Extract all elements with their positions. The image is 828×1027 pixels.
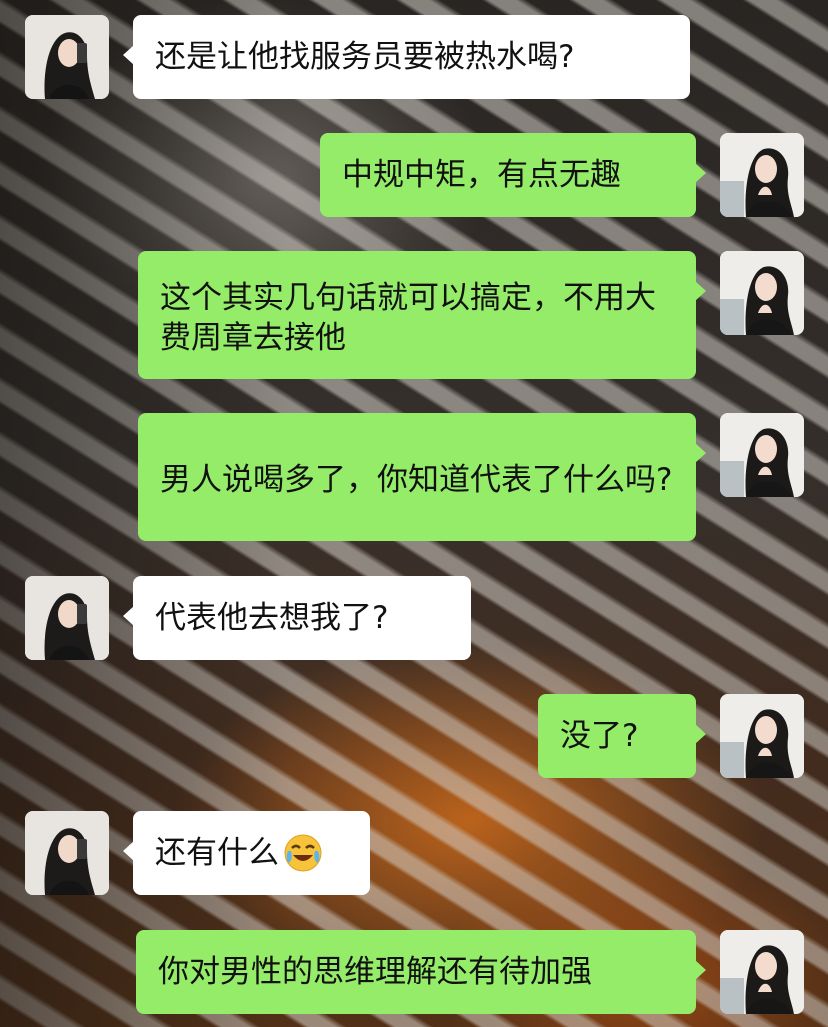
face-with-tears-of-joy-crying-icon [283,833,323,873]
message-text: 没了? [560,718,639,754]
message-bubble[interactable]: 还是让他找服务员要被热水喝? [123,15,690,99]
message-text: 这个其实几句话就可以搞定，不用大费周章去接他 [160,280,656,356]
message-text: 中规中矩，有点无趣 [342,157,621,193]
user-avatar[interactable] [720,930,804,1014]
message-text: 还是让他找服务员要被热水喝? [155,39,575,75]
message-bubble[interactable]: 还有什么 [123,811,370,895]
message-bubble[interactable]: 你对男性的思维理解还有待加强 [136,930,706,1014]
message-bubble[interactable]: 代表他去想我了? [123,576,471,660]
user-avatar[interactable] [720,251,804,335]
message-text: 男人说喝多了，你知道代表了什么吗? [160,462,673,498]
message-bubble[interactable]: 这个其实几句话就可以搞定，不用大费周章去接他 [138,251,706,379]
contact-avatar[interactable] [25,811,109,895]
message-text: 你对男性的思维理解还有待加强 [158,954,592,990]
message-text: 代表他去想我了? [155,600,389,636]
contact-avatar[interactable] [25,576,109,660]
message-bubble[interactable]: 没了? [538,694,706,778]
user-avatar[interactable] [720,133,804,217]
message-text: 还有什么 [155,835,279,871]
contact-avatar[interactable] [25,15,109,99]
message-bubble[interactable]: 男人说喝多了，你知道代表了什么吗? [138,413,706,541]
message-bubble[interactable]: 中规中矩，有点无趣 [320,133,706,217]
user-avatar[interactable] [720,413,804,497]
user-avatar[interactable] [720,694,804,778]
